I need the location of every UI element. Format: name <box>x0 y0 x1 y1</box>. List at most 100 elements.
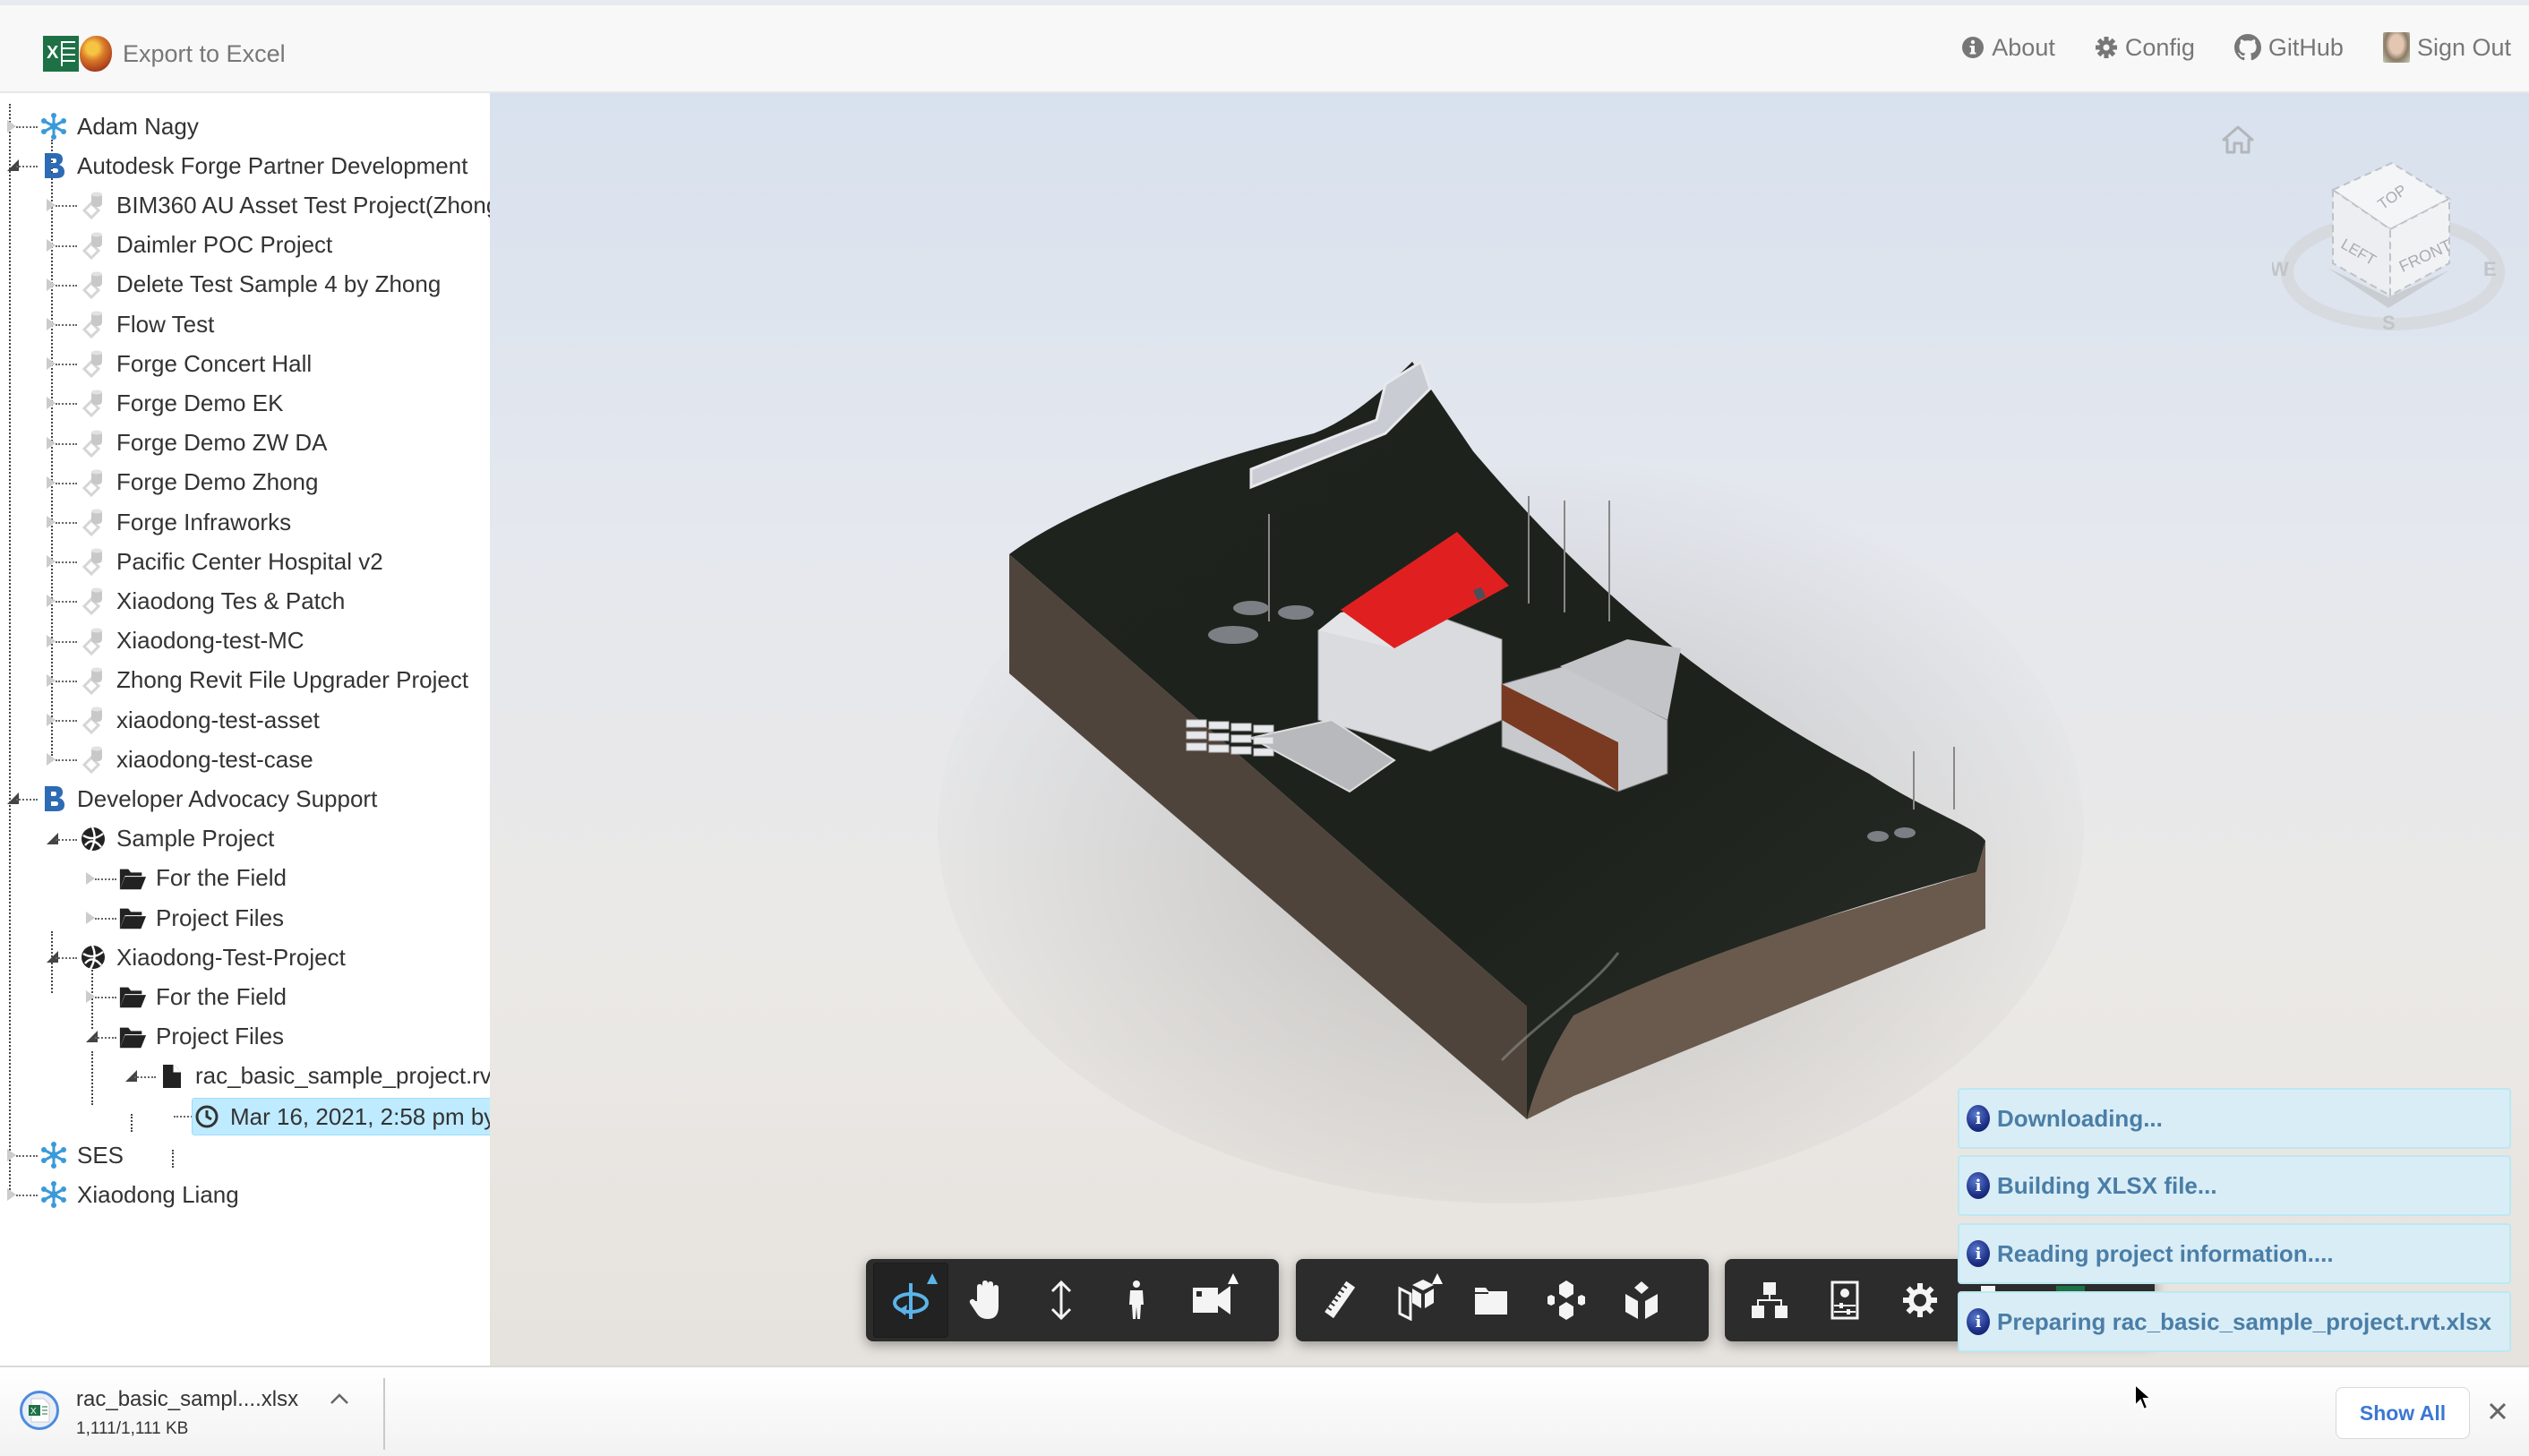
expand-toggle-icon[interactable] <box>47 397 56 410</box>
expand-toggle-icon[interactable] <box>47 714 56 726</box>
home-view-button[interactable] <box>2220 124 2256 160</box>
modeling-toolbar <box>1296 1259 1709 1341</box>
expand-toggle-icon[interactable] <box>86 990 95 1004</box>
navigation-toolbar <box>866 1259 1279 1341</box>
tree-node-selected[interactable]: Mar 16, 2021, 2:58 pm by <box>192 1098 490 1135</box>
notification-reading[interactable]: i Reading project information.... <box>1958 1223 2511 1284</box>
notification-downloading[interactable]: i Downloading... <box>1958 1088 2511 1149</box>
tree-node[interactable]: Delete Test Sample 4 by Zhong <box>79 267 441 303</box>
notification-building[interactable]: i Building XLSX file... <box>1958 1155 2511 1216</box>
download-options-button[interactable] <box>330 1392 349 1409</box>
tree-node[interactable]: Forge Infraworks <box>79 504 291 540</box>
tree-node-label: BIM360 AU Asset Test Project(Zhong <box>116 191 490 218</box>
tree-node[interactable]: Project Files <box>118 1019 284 1055</box>
expand-toggle-icon[interactable] <box>7 1188 16 1202</box>
expand-toggle-icon[interactable] <box>47 555 56 569</box>
user-avatar <box>2382 32 2410 63</box>
model-structure-button[interactable] <box>1732 1263 1807 1338</box>
project-icon <box>79 389 107 418</box>
tree-node[interactable]: Xiaodong-Test-Project <box>79 939 346 975</box>
section-button[interactable] <box>1378 1263 1453 1338</box>
camera-button[interactable] <box>1174 1263 1249 1338</box>
info-icon: i <box>1967 1308 1990 1335</box>
tree-node[interactable]: Developer Advocacy Support <box>39 781 377 817</box>
forge-viewer[interactable]: W E S TOP LEFT FRONT i Downloading... i … <box>490 93 2529 1366</box>
tree-branch-line <box>16 1195 38 1197</box>
hand-icon <box>969 1280 999 1319</box>
viewcube[interactable]: W E S TOP LEFT FRONT <box>2270 138 2505 339</box>
tree-node[interactable]: Daimler POC Project <box>79 227 332 263</box>
nav-github[interactable]: GitHub <box>2233 33 2344 62</box>
camera-menu-caret-icon[interactable] <box>1228 1273 1239 1284</box>
tree-node[interactable]: Adam Nagy <box>39 108 199 144</box>
tree-node[interactable]: BIM360 AU Asset Test Project(Zhong <box>79 187 490 223</box>
zoom-button[interactable] <box>1024 1263 1099 1338</box>
tree-node[interactable]: Xiaodong-test-MC <box>79 623 304 659</box>
expand-toggle-icon[interactable] <box>47 238 56 252</box>
tree-node[interactable]: Pacific Center Hospital v2 <box>79 544 383 579</box>
expand-toggle-icon[interactable] <box>47 475 56 489</box>
tree-node[interactable]: Xiaodong Liang <box>39 1177 239 1212</box>
tree-node[interactable]: Sample Project <box>79 821 274 857</box>
expand-toggle-icon[interactable] <box>47 634 56 647</box>
expand-toggle-icon[interactable] <box>86 912 95 924</box>
close-download-bar-button[interactable] <box>2488 1401 2508 1426</box>
expand-toggle-icon[interactable] <box>47 673 56 687</box>
orbit-menu-caret-icon[interactable] <box>927 1273 938 1284</box>
download-item[interactable]: X rac_basic_sampl....xlsx 1,111/1,111 KB <box>16 1383 374 1441</box>
tree-node[interactable]: SES <box>39 1137 124 1173</box>
model-browser-button[interactable] <box>1604 1263 1679 1338</box>
tree-node-label: For the Field <box>156 982 287 1010</box>
tree-node[interactable]: xiaodong-test-asset <box>79 702 320 738</box>
expand-toggle-icon[interactable] <box>86 871 95 885</box>
tree-branch-line <box>56 284 77 287</box>
nav-config[interactable]: Config <box>2095 34 2195 62</box>
expand-toggle-icon[interactable] <box>47 516 56 528</box>
tree-node[interactable]: For the Field <box>118 979 287 1015</box>
tree-node[interactable]: Autodesk Forge Partner Development <box>39 148 467 184</box>
tree-node[interactable]: Project Files <box>118 900 284 936</box>
tree-node[interactable]: For the Field <box>118 861 287 896</box>
nav-about[interactable]: About <box>1961 34 2055 62</box>
close-icon <box>2489 1402 2507 1420</box>
tree-node[interactable]: xiaodong-test-case <box>79 741 313 777</box>
settings-button[interactable] <box>1882 1263 1958 1338</box>
tree-node[interactable]: Forge Demo ZW DA <box>79 425 328 461</box>
cube-parts-icon <box>1625 1281 1658 1319</box>
tree-node[interactable]: Forge Demo EK <box>79 385 283 421</box>
tree-node[interactable]: Flow Test <box>79 306 214 342</box>
project-icon <box>79 270 107 299</box>
tree-node[interactable]: Xiaodong Tes & Patch <box>79 583 345 619</box>
tree-node[interactable]: Forge Demo Zhong <box>79 465 318 501</box>
notification-preparing[interactable]: i Preparing rac_basic_sample_project.rvt… <box>1958 1291 2511 1352</box>
project-icon <box>79 310 107 338</box>
properties-button[interactable] <box>1807 1263 1882 1338</box>
nav-sign-out[interactable]: Sign Out <box>2382 32 2511 63</box>
measure-button[interactable] <box>1303 1263 1378 1338</box>
hub-icon <box>39 1180 68 1209</box>
orbit-button[interactable] <box>873 1263 948 1338</box>
tree-node[interactable]: Forge Concert Hall <box>79 346 312 381</box>
expand-toggle-icon[interactable] <box>47 436 56 450</box>
expand-toggle-icon[interactable] <box>47 318 56 330</box>
first-person-button[interactable] <box>1099 1263 1174 1338</box>
expand-toggle-icon[interactable] <box>47 199 56 212</box>
tree-node-label: Mar 16, 2021, 2:58 pm by <box>230 1102 490 1130</box>
expand-toggle-icon[interactable] <box>47 753 56 767</box>
tree-node[interactable]: Zhong Revit File Upgrader Project <box>79 663 468 698</box>
expand-toggle-icon[interactable] <box>7 120 16 133</box>
svg-text:X: X <box>30 1407 37 1417</box>
expand-toggle-icon[interactable] <box>47 278 56 291</box>
document-browser-button[interactable] <box>1453 1263 1529 1338</box>
nav-github-label: GitHub <box>2268 33 2344 61</box>
expand-toggle-icon[interactable] <box>47 357 56 371</box>
pan-button[interactable] <box>948 1263 1024 1338</box>
tree-node[interactable]: rac_basic_sample_project.rvt <box>158 1058 490 1094</box>
expand-toggle-icon[interactable] <box>47 595 56 608</box>
section-menu-caret-icon[interactable] <box>1432 1273 1443 1284</box>
gear-icon <box>2095 37 2117 58</box>
explode-button[interactable] <box>1529 1263 1604 1338</box>
show-all-button[interactable]: Show All <box>2336 1387 2470 1439</box>
expand-toggle-icon[interactable] <box>7 1149 16 1162</box>
brand-link[interactable]: X Export to Excel <box>43 34 286 73</box>
